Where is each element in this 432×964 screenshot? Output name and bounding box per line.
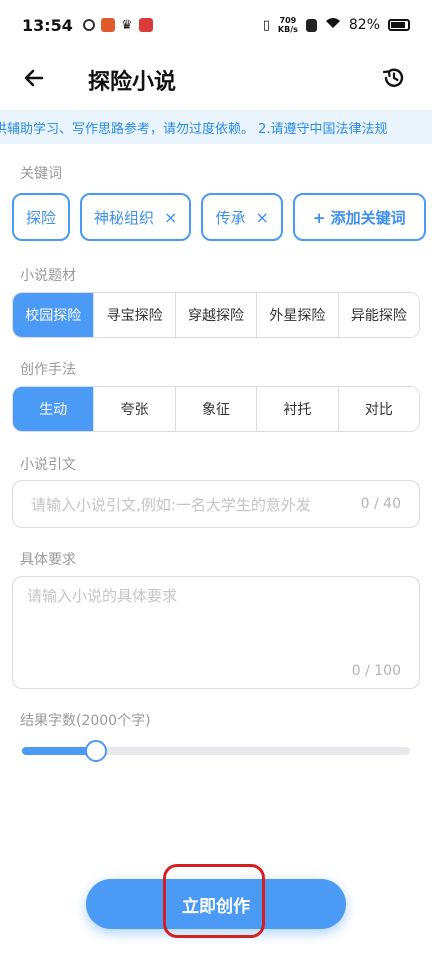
intro-counter: 0 / 40	[360, 496, 401, 512]
crown-icon: ♛	[120, 17, 133, 33]
technique-option[interactable]: 生动	[13, 387, 95, 431]
status-time: 13:54	[22, 15, 73, 35]
app-notification-icon	[100, 18, 115, 32]
back-arrow-icon[interactable]	[20, 64, 48, 92]
requirements-input[interactable]	[27, 585, 405, 655]
technique-option[interactable]: 象征	[175, 387, 258, 431]
theme-label: 小说题材	[20, 268, 76, 284]
keyword-chips: 探险 神秘组织 × 传承 × + 添加关键词	[12, 193, 426, 241]
requirements-label: 具体要求	[20, 552, 76, 568]
notice-banner: 供辅助学习、写作思路参考，请勿过度依赖。 2.请遵守中国法律法规	[0, 110, 432, 144]
close-icon[interactable]: ×	[255, 208, 268, 227]
technique-selector: 生动 夸张 象征 衬托 对比	[12, 386, 420, 432]
word-count-label: 结果字数(2000个字)	[20, 713, 151, 729]
keywords-label: 关键词	[20, 166, 62, 182]
slider-thumb[interactable]	[85, 740, 107, 762]
technique-option[interactable]: 夸张	[94, 387, 176, 431]
keyword-chip-label: 传承	[215, 208, 246, 227]
history-icon[interactable]	[380, 64, 408, 92]
theme-option[interactable]: 校园探险	[13, 293, 95, 337]
technique-option[interactable]: 对比	[338, 387, 419, 431]
technique-option[interactable]: 衬托	[257, 387, 339, 431]
theme-option[interactable]: 寻宝探险	[94, 293, 176, 337]
app-notification-icon	[138, 18, 153, 32]
word-count-slider[interactable]	[22, 740, 410, 762]
intro-input[interactable]	[31, 493, 351, 517]
notice-text: 供辅助学习、写作思路参考，请勿过度依赖。 2.请遵守中国法律法规	[0, 121, 388, 137]
vibrate-icon: ▯	[262, 17, 270, 33]
page-title: 探险小说	[88, 70, 177, 95]
keyword-chip-label: 神秘组织	[94, 208, 155, 227]
theme-option[interactable]: 外星探险	[257, 293, 339, 337]
keyword-chip-label: 探险	[26, 208, 57, 227]
keyword-chip[interactable]: 神秘组织 ×	[80, 193, 192, 241]
wifi-icon	[325, 17, 341, 33]
battery-icon	[388, 19, 410, 31]
sim-icon	[305, 18, 317, 32]
theme-option[interactable]: 异能探险	[338, 293, 419, 337]
app-notification-icon	[82, 19, 95, 31]
status-bar: 13:54 ♛ ▯ 709 KB/s 82%	[0, 0, 432, 50]
network-speed-unit: KB/s	[277, 25, 298, 34]
app-bar: 探险小说	[0, 52, 432, 104]
battery-percent: 82%	[348, 17, 380, 33]
theme-option[interactable]: 穿越探险	[175, 293, 258, 337]
requirements-counter: 0 / 100	[351, 663, 401, 679]
technique-label: 创作手法	[20, 362, 76, 378]
network-speed-value: 709	[279, 16, 297, 25]
network-speed: 709 KB/s	[278, 16, 298, 34]
close-icon[interactable]: ×	[164, 208, 177, 227]
keyword-chip[interactable]: 传承 ×	[201, 193, 283, 241]
intro-label: 小说引文	[20, 457, 76, 473]
keyword-chip[interactable]: 探险	[12, 193, 71, 241]
intro-field: 0 / 40	[12, 480, 420, 528]
requirements-field: 0 / 100	[12, 576, 420, 689]
theme-selector: 校园探险 寻宝探险 穿越探险 外星探险 异能探险	[12, 292, 420, 338]
create-now-button[interactable]: 立即创作	[86, 879, 346, 929]
add-keyword-button[interactable]: + 添加关键词	[292, 193, 426, 241]
